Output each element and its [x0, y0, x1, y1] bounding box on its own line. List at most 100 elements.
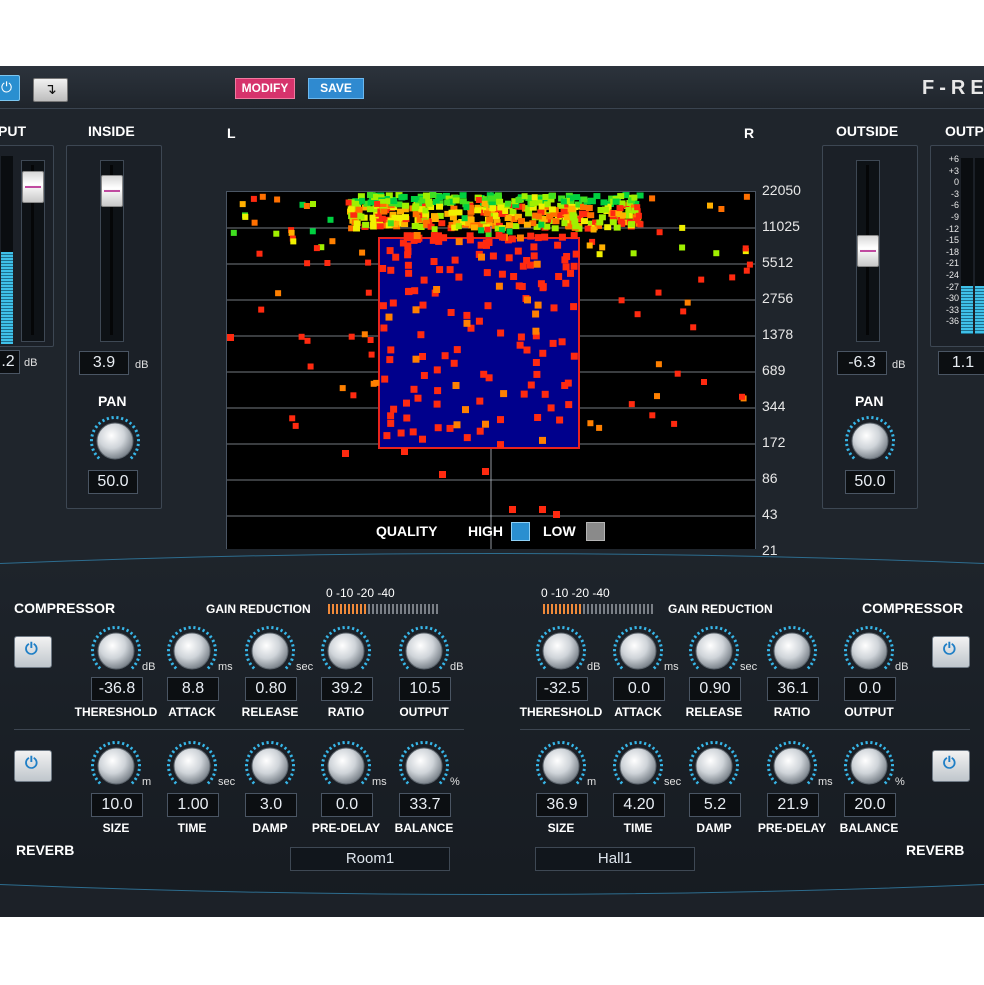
right-reverb-pre-delay-value[interactable]: 21.9 [767, 793, 819, 817]
gr-segment [404, 604, 406, 614]
left-comp-output-knob[interactable] [398, 625, 450, 671]
output-value[interactable]: 1.1 [938, 351, 984, 375]
spectrum-cell [655, 361, 662, 368]
left-reverb-preset-select[interactable]: Room1 [290, 847, 450, 871]
spectrum-cell [250, 195, 257, 202]
spectrum-cell [531, 194, 538, 201]
spectrum-cell [558, 338, 566, 346]
inside-fader-track[interactable] [100, 160, 124, 342]
spectrum-cell [447, 309, 455, 316]
left-reverb-size-knob[interactable] [90, 740, 142, 786]
left-reverb-balance-knob[interactable] [398, 740, 450, 786]
right-comp-output-knob[interactable] [843, 625, 895, 671]
left-comp-attack-knob[interactable] [166, 625, 218, 671]
outside-pan-value[interactable]: 50.0 [845, 470, 895, 494]
left-reverb-power-button[interactable]: ⏻ [14, 750, 52, 782]
left-comp-thereshold-knob[interactable] [90, 625, 142, 671]
left-reverb-pre-delay-value[interactable]: 0.0 [321, 793, 373, 817]
right-comp-release-value[interactable]: 0.90 [689, 677, 741, 701]
spectrum-cell [570, 303, 578, 311]
inside-pan-value[interactable]: 50.0 [88, 470, 138, 494]
spectrum-cell [596, 219, 604, 226]
spectrum-cell [339, 385, 346, 392]
left-comp-ratio-value[interactable]: 39.2 [321, 677, 373, 701]
right-reverb-damp-knob[interactable] [688, 740, 740, 786]
right-reverb-balance-knob[interactable] [843, 740, 895, 786]
left-reverb-time-value[interactable]: 1.00 [167, 793, 219, 817]
right-comp-release-knob[interactable] [688, 625, 740, 671]
right-reverb-power-button[interactable]: ⏻ [932, 750, 970, 782]
input-fader-track[interactable] [21, 160, 45, 342]
left-reverb-pre-delay-knob[interactable] [320, 740, 372, 786]
spectrum-cell [366, 206, 374, 213]
gr-segment [647, 604, 649, 614]
right-comp-output-value[interactable]: 0.0 [844, 677, 896, 701]
right-reverb-time-value[interactable]: 4.20 [613, 793, 665, 817]
left-comp-ratio-knob[interactable] [320, 625, 372, 671]
save-button[interactable]: SAVE [308, 78, 364, 99]
freq-label-right: 344 [762, 398, 786, 414]
left-reverb-balance-value[interactable]: 33.7 [399, 793, 451, 817]
left-comp-attack-value[interactable]: 8.8 [167, 677, 219, 701]
inside-fader-handle[interactable] [101, 175, 123, 207]
outside-fader-handle[interactable] [857, 235, 879, 267]
right-comp-thereshold-knob[interactable] [535, 625, 587, 671]
left-comp-release-knob[interactable] [244, 625, 296, 671]
right-comp-thereshold-value[interactable]: -32.5 [536, 677, 588, 701]
spectrum-cell [671, 420, 678, 427]
right-comp-attack-value[interactable]: 0.0 [613, 677, 665, 701]
spectrum-cell [397, 429, 405, 437]
left-comp-thereshold-value[interactable]: -36.8 [91, 677, 143, 701]
spectrum-cell [463, 319, 471, 327]
right-reverb-time-knob[interactable] [612, 740, 664, 786]
spectrum-cell [588, 198, 596, 205]
left-reverb-size-value[interactable]: 10.0 [91, 793, 143, 817]
spectrum-cell [565, 401, 573, 409]
master-power-button[interactable]: ⏻ [0, 75, 20, 101]
left-reverb-damp-knob[interactable] [244, 740, 296, 786]
input-value[interactable]: .2 [0, 350, 20, 374]
quality-high-toggle[interactable] [511, 522, 530, 541]
gr-segment [392, 604, 394, 614]
inside-value[interactable]: 3.9 [79, 351, 129, 375]
spectrum-plot[interactable] [227, 192, 755, 552]
gr-segment [619, 604, 621, 614]
right-reverb-preset-select[interactable]: Hall1 [535, 847, 695, 871]
decorative-wave [0, 549, 984, 917]
modify-button[interactable]: MODIFY [235, 78, 295, 99]
right-reverb-pre-delay-knob[interactable] [766, 740, 818, 786]
right-comp-ratio-value[interactable]: 36.1 [767, 677, 819, 701]
channel-left-label: L [227, 125, 236, 141]
left-comp-release-value[interactable]: 0.80 [245, 677, 297, 701]
right-reverb-size-knob[interactable] [535, 740, 587, 786]
input-fader-handle[interactable] [22, 171, 44, 203]
spectrum-cell [387, 346, 395, 354]
knob-unit: dB [142, 661, 156, 673]
quality-low-toggle[interactable] [586, 522, 605, 541]
gr-segment [368, 604, 370, 614]
inside-pan-knob[interactable] [89, 415, 141, 461]
spectrum-cell [362, 221, 370, 228]
right-reverb-balance-value[interactable]: 20.0 [844, 793, 896, 817]
right-comp-attack-knob[interactable] [612, 625, 664, 671]
routing-button[interactable]: ↴ [33, 78, 68, 102]
left-compressor-power-button[interactable]: ⏻ [14, 636, 52, 668]
spectrum-display[interactable] [226, 191, 756, 553]
knob-unit: sec [218, 776, 236, 788]
gr-segment [344, 604, 346, 614]
knob-unit: ms [664, 661, 679, 673]
meter-scale-label: -6 [950, 200, 959, 211]
outside-fader-track[interactable] [856, 160, 880, 342]
right-compressor-power-button[interactable]: ⏻ [932, 636, 970, 668]
left-reverb-time-knob[interactable] [166, 740, 218, 786]
channel-right-label: R [744, 125, 755, 141]
outside-value[interactable]: -6.3 [837, 351, 887, 375]
spectrum-cell [505, 254, 513, 262]
left-comp-output-value[interactable]: 10.5 [399, 677, 451, 701]
right-reverb-size-value[interactable]: 36.9 [536, 793, 588, 817]
spectrum-cell [402, 202, 410, 209]
right-reverb-damp-value[interactable]: 5.2 [689, 793, 741, 817]
right-comp-ratio-knob[interactable] [766, 625, 818, 671]
left-reverb-damp-value[interactable]: 3.0 [245, 793, 297, 817]
outside-pan-knob[interactable] [844, 415, 896, 461]
